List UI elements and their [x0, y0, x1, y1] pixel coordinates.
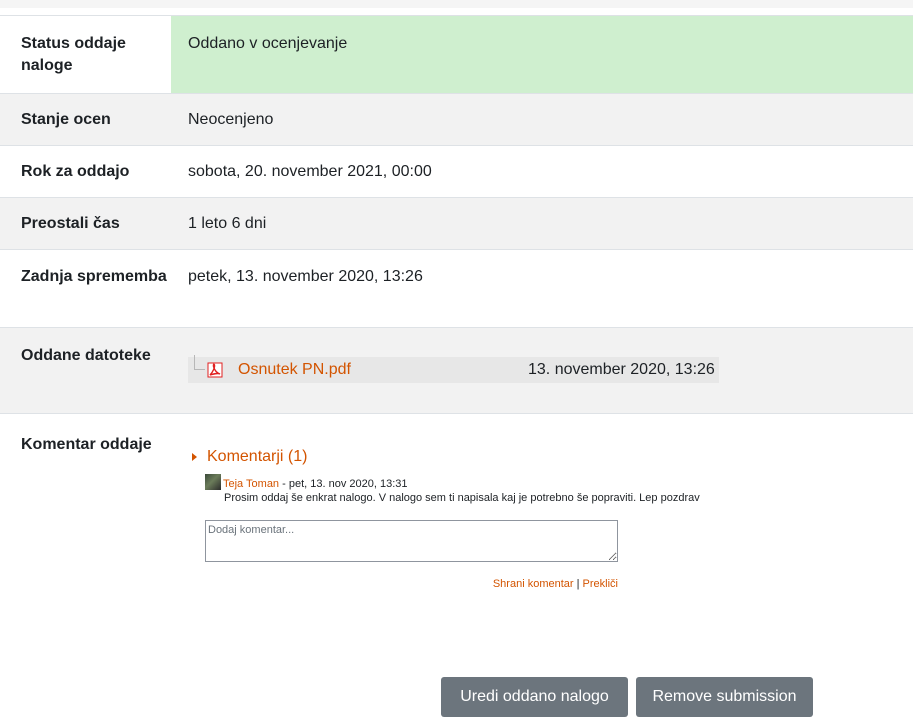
cancel-comment-link[interactable]: Prekliči — [583, 578, 618, 590]
row-label: Komentar oddaje — [0, 413, 171, 635]
row-label: Preostali čas — [0, 197, 171, 250]
row-label: Status oddaje naloge — [0, 15, 171, 94]
submission-status-value: Oddano v ocenjevanje — [171, 15, 913, 94]
file-link[interactable]: Osnutek PN.pdf — [238, 359, 351, 381]
row-label: Rok za oddajo — [0, 145, 171, 198]
remove-submission-button[interactable]: Remove submission — [636, 677, 813, 717]
avatar — [205, 474, 221, 490]
row-submission-status: Status oddaje naloge Oddano v ocenjevanj… — [0, 15, 913, 94]
top-strip — [0, 0, 913, 8]
row-label: Zadnja sprememba — [0, 249, 171, 328]
row-last-modified: Zadnja sprememba petek, 13. november 202… — [0, 249, 913, 328]
file-submissions-cell: Osnutek PN.pdf 13. november 2020, 13:26 — [171, 327, 913, 414]
caret-right-icon — [192, 453, 197, 461]
save-comment-link[interactable]: Shrani komentar — [493, 578, 574, 590]
comment-author-link[interactable]: Teja Toman — [223, 478, 279, 490]
comment-actions: Shrani komentar | Prekliči — [188, 573, 618, 595]
comment-text: Prosim oddaj še enkrat nalogo. V nalogo … — [224, 492, 700, 504]
last-modified-value: petek, 13. november 2020, 13:26 — [171, 249, 913, 328]
submission-comments-cell: Komentarji (1) Teja Toman - pet, 13. nov… — [171, 413, 913, 635]
file-entry: Osnutek PN.pdf 13. november 2020, 13:26 — [188, 355, 719, 383]
due-date-value: sobota, 20. november 2021, 00:00 — [171, 145, 913, 198]
row-grading-status: Stanje ocen Neocenjeno — [0, 93, 913, 146]
comment-input[interactable] — [205, 520, 618, 562]
comments-toggle-label: Komentarji (1) — [207, 448, 308, 465]
row-submission-comments: Komentar oddaje Komentarji (1) Teja Toma… — [0, 413, 913, 635]
grading-status-value: Neocenjeno — [171, 93, 913, 146]
comment-item: Teja Toman - pet, 13. nov 2020, 13:31 Pr… — [205, 474, 913, 505]
file-date: 13. november 2020, 13:26 — [528, 361, 715, 378]
comment-date: - pet, 13. nov 2020, 13:31 — [282, 478, 408, 490]
submission-status-table: Status oddaje naloge Oddano v ocenjevanj… — [0, 15, 913, 635]
comments-toggle[interactable]: Komentarji (1) — [188, 446, 913, 468]
row-label: Oddane datoteke — [0, 327, 171, 414]
row-file-submissions: Oddane datoteke Osnutek PN.pdf 13. novem… — [0, 327, 913, 414]
time-remaining-value: 1 leto 6 dni — [171, 197, 913, 250]
row-label: Stanje ocen — [0, 93, 171, 146]
tree-connector — [194, 355, 205, 370]
edit-submission-button[interactable]: Uredi oddano nalogo — [441, 677, 628, 717]
pdf-icon — [207, 362, 223, 378]
row-time-remaining: Preostali čas 1 leto 6 dni — [0, 197, 913, 250]
row-due-date: Rok za oddajo sobota, 20. november 2021,… — [0, 145, 913, 198]
actions-separator: | — [576, 578, 580, 590]
